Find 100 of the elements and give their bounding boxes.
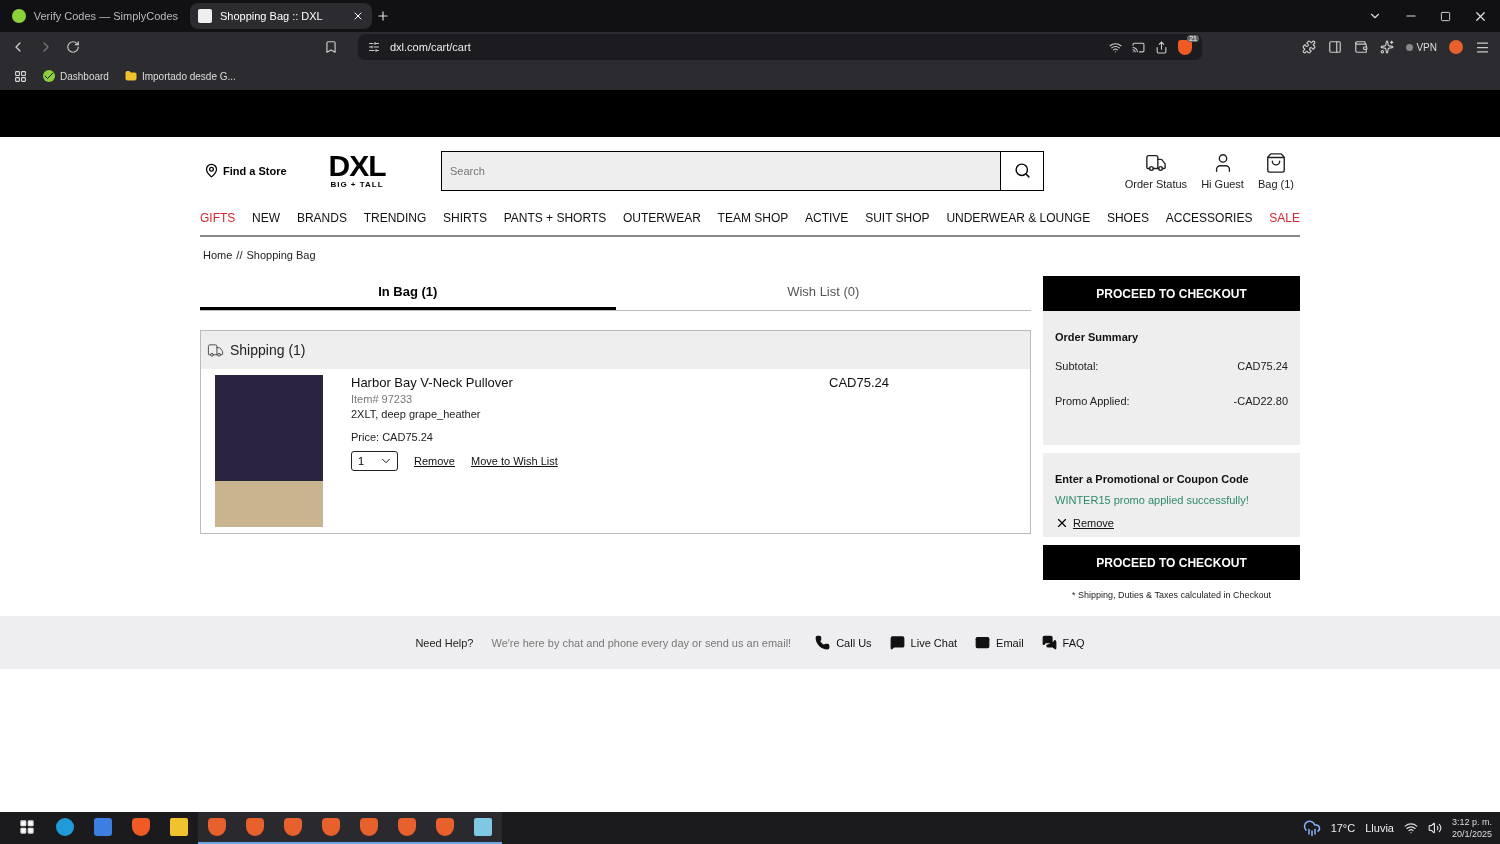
app-icon bbox=[398, 818, 416, 836]
item-number: Item# 97233 bbox=[351, 393, 414, 405]
quantity-select[interactable]: 1 bbox=[351, 451, 398, 471]
checkout-button[interactable]: PROCEED TO CHECKOUT bbox=[1043, 276, 1300, 311]
windows-icon bbox=[19, 819, 35, 835]
product-price: Price: CAD75.24 bbox=[351, 431, 434, 443]
phone-icon bbox=[815, 635, 831, 650]
checkout-button[interactable]: PROCEED TO CHECKOUT bbox=[1043, 545, 1300, 580]
summary-title: Order Summary bbox=[1055, 331, 1140, 343]
logo[interactable]: DXL BIG + TALL bbox=[326, 152, 388, 189]
app-icon bbox=[322, 818, 340, 836]
breadcrumb-link[interactable]: Home bbox=[203, 249, 233, 261]
weather-temperature[interactable]: 17°C bbox=[1330, 822, 1356, 834]
menu-icon[interactable] bbox=[1475, 39, 1490, 55]
bookmark-item[interactable]: Importado desde G... bbox=[124, 70, 236, 82]
nav-link[interactable]: UNDERWEAR & LOUNGE bbox=[946, 210, 1091, 225]
product-variant: 2XLT, deep grape_heather bbox=[351, 408, 482, 420]
product-name[interactable]: Harbor Bay V-Neck Pullover bbox=[351, 375, 829, 390]
breadcrumb-link[interactable]: Shopping Bag bbox=[246, 249, 316, 261]
shield-icon[interactable] bbox=[1178, 39, 1192, 55]
volume-icon[interactable] bbox=[1427, 821, 1442, 835]
weather-icon[interactable] bbox=[1302, 819, 1321, 837]
cast-icon[interactable] bbox=[1132, 40, 1145, 54]
help-title: Need Help? bbox=[415, 636, 474, 649]
apps-icon[interactable] bbox=[14, 69, 27, 83]
browser-tab[interactable]: Shopping Bag :: DXL bbox=[190, 3, 372, 29]
bookmark-icon[interactable] bbox=[324, 40, 338, 54]
clock[interactable]: 3:12 p. m. 20/1/2025 bbox=[1451, 816, 1492, 840]
new-tab-icon[interactable] bbox=[376, 9, 390, 23]
vpn-button[interactable]: VPN bbox=[1406, 41, 1437, 53]
app-icon bbox=[94, 818, 112, 836]
app-icon bbox=[56, 818, 74, 836]
reload-icon[interactable] bbox=[66, 40, 80, 54]
summary-label: Subtotal: bbox=[1055, 360, 1099, 372]
bag-tab[interactable]: In Bag (1) bbox=[200, 276, 616, 310]
location-pin-icon bbox=[204, 163, 219, 178]
check-icon bbox=[43, 70, 55, 82]
nav-link[interactable]: ACTIVE bbox=[805, 210, 849, 225]
nav-link[interactable]: OUTERWEAR bbox=[623, 210, 701, 225]
summary-label: Promo Applied: bbox=[1055, 395, 1130, 407]
help-link[interactable]: FAQ bbox=[1041, 635, 1085, 650]
share-icon[interactable] bbox=[1155, 40, 1168, 54]
network-icon[interactable] bbox=[1403, 821, 1418, 835]
nav-link[interactable]: TRENDING bbox=[363, 210, 427, 225]
nav-link[interactable]: ACCESSORIES bbox=[1165, 210, 1253, 225]
taskbar-app-icon[interactable] bbox=[464, 812, 502, 844]
app-icon bbox=[132, 818, 150, 836]
help-link[interactable]: Email bbox=[975, 635, 1024, 650]
app-icon bbox=[246, 818, 264, 836]
shipping-title: Shipping (1) bbox=[230, 342, 306, 358]
help-link[interactable]: Live Chat bbox=[889, 635, 958, 650]
taskbar-app-icon[interactable] bbox=[198, 812, 236, 844]
close-icon[interactable] bbox=[1055, 516, 1069, 530]
app-icon bbox=[474, 818, 492, 836]
nav-link[interactable]: SALE bbox=[1269, 210, 1300, 225]
nav-link[interactable]: NEW bbox=[252, 210, 281, 225]
extensions-icon[interactable] bbox=[1302, 40, 1317, 54]
header-link[interactable]: Order Status bbox=[1124, 151, 1188, 190]
close-icon[interactable] bbox=[352, 10, 364, 22]
header-link[interactable]: Hi Guest bbox=[1201, 151, 1244, 190]
signal-icon[interactable] bbox=[1109, 40, 1122, 54]
item-action-link[interactable]: Remove bbox=[414, 455, 455, 467]
mail-icon bbox=[975, 635, 991, 650]
nav-link[interactable]: SUIT SHOP bbox=[865, 210, 930, 225]
promo-success-message: WINTER15 promo applied successfully! bbox=[1055, 494, 1250, 506]
find-store-link[interactable]: Find a Store bbox=[200, 163, 326, 178]
help-text: We're here by chat and phone every day or send us an email! bbox=[491, 636, 792, 649]
site-settings-icon[interactable] bbox=[368, 41, 380, 53]
bag-tab[interactable]: Wish List (0) bbox=[615, 276, 1031, 310]
header-link[interactable]: Bag (1) bbox=[1257, 151, 1294, 190]
nav-link[interactable]: PANTS + SHORTS bbox=[503, 210, 607, 225]
sparkle-icon[interactable] bbox=[1380, 40, 1395, 54]
app-icon bbox=[284, 818, 302, 836]
nav-link[interactable]: TEAM SHOP bbox=[717, 210, 789, 225]
app-icon bbox=[208, 818, 226, 836]
browser-tab[interactable]: Verify Codes — SimplyCodes bbox=[4, 3, 186, 29]
app-icon bbox=[360, 818, 378, 836]
weather-condition[interactable]: Lluvia bbox=[1365, 822, 1394, 834]
wallet-icon[interactable] bbox=[1354, 40, 1369, 54]
summary-value: CAD75.24 bbox=[1237, 360, 1288, 372]
remove-promo-link[interactable]: Remove bbox=[1073, 517, 1114, 529]
bookmark-item[interactable]: Dashboard bbox=[43, 70, 109, 82]
item-action-link[interactable]: Move to Wish List bbox=[470, 455, 558, 467]
favicon-icon bbox=[198, 9, 212, 23]
sidebar-icon[interactable] bbox=[1328, 40, 1343, 54]
search-icon bbox=[1013, 162, 1031, 179]
app-icon bbox=[170, 818, 188, 836]
summary-value: -CAD22.80 bbox=[1233, 395, 1288, 407]
help-link[interactable]: Call Us bbox=[815, 635, 872, 650]
nav-link[interactable]: BRANDS bbox=[296, 210, 347, 225]
nav-link[interactable]: SHIRTS bbox=[443, 210, 487, 225]
nav-link[interactable]: GIFTS bbox=[200, 210, 236, 225]
search-field[interactable]: Search bbox=[441, 150, 1044, 191]
item-total: CAD75.24 bbox=[829, 375, 889, 392]
checkout-note: * Shipping, Duties & Taxes calculated in Checkout bbox=[1071, 590, 1272, 600]
maximize-icon[interactable] bbox=[1440, 10, 1451, 22]
profile-avatar[interactable] bbox=[1449, 40, 1463, 54]
nav-link[interactable]: SHOES bbox=[1106, 210, 1149, 225]
breadcrumb-separator: // bbox=[236, 249, 243, 261]
favicon-icon bbox=[12, 9, 26, 23]
